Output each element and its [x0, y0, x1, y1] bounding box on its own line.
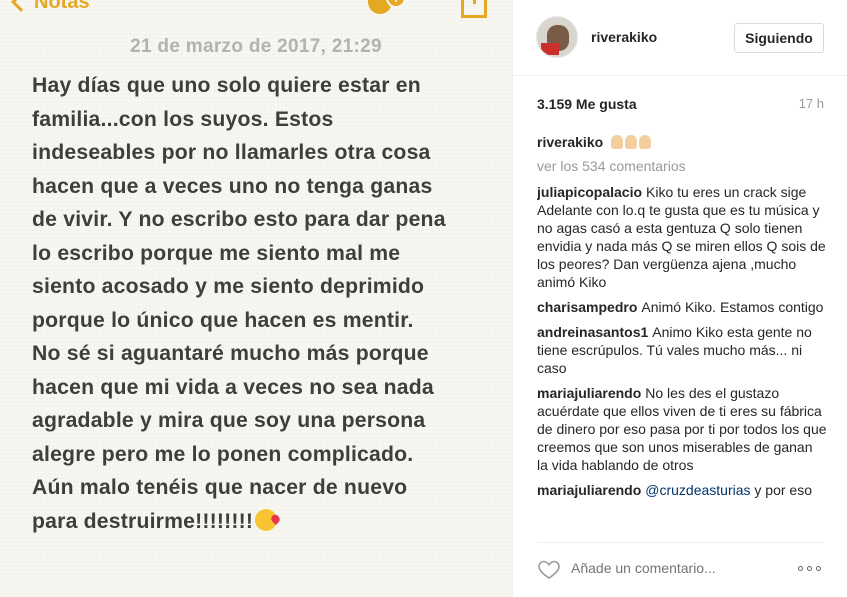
comment: charisampedro Animó Kiko. Estamos contigo	[537, 298, 827, 316]
note-line: indeseables por no llamarles otra cosa	[32, 141, 431, 164]
note-line: lo escribo porque me siento mal me	[32, 241, 401, 265]
comment-text: Animó Kiko. Estamos contigo	[641, 299, 824, 315]
note-line: Aún malo tenéis que nacer de nuevo	[32, 476, 408, 499]
comment: juliapicopalacio Kiko tu eres un crack si…	[537, 183, 827, 291]
comment: andreinasantos1 Animo Kiko esta gente no …	[537, 323, 827, 377]
note-line: No sé si aguantaré mucho más porque	[32, 342, 429, 365]
kiss-emoji-icon	[255, 508, 278, 531]
note-line: porque lo único que hacen es mentir.	[32, 308, 414, 332]
add-people-icon[interactable]: +	[368, 0, 414, 18]
comments-list[interactable]: riverakiko ver los 534 comentarios julia…	[537, 133, 827, 533]
note-line: alegre pero me lo ponen complicado.	[32, 442, 414, 466]
note-body: Hay días que uno solo quiere estar en fa…	[32, 69, 482, 538]
comment: mariajuliarendo @cruzdeasturias y por eso	[537, 481, 827, 499]
notes-screenshot: Notas + 21 de marzo de 2017, 21:29 Hay d…	[0, 0, 512, 597]
share-icon[interactable]	[461, 0, 487, 18]
likes-count[interactable]: 3.159 Me gusta	[537, 96, 637, 112]
note-line: hacen que mi vida a veces no sea nada	[32, 375, 434, 399]
note-date: 21 de marzo de 2017, 21:29	[130, 36, 382, 57]
note-line: familia...con los suyos. Estos	[32, 107, 334, 131]
note-line: Hay días que uno solo quiere estar en	[32, 74, 421, 97]
note-line: hacen que a veces uno no tenga ganas	[32, 174, 433, 198]
comment-username[interactable]: juliapicopalacio	[537, 184, 642, 200]
caption-username[interactable]: riverakiko	[537, 134, 603, 150]
note-line-last: para destruirme!!!!!!!!	[32, 505, 482, 539]
comment-username[interactable]: mariajuliarendo	[537, 482, 641, 498]
post-username[interactable]: riverakiko	[591, 29, 657, 45]
comment-text: y por eso	[754, 482, 813, 498]
comment-footer	[537, 542, 824, 597]
comment-mention[interactable]: @cruzdeasturias	[645, 482, 750, 498]
heart-icon[interactable]	[537, 557, 561, 581]
post-header: riverakiko Siguiendo	[513, 0, 847, 76]
view-all-comments-link[interactable]: ver los 534 comentarios	[537, 157, 827, 175]
note-line: de vivir. Y no escribo esto para dar pen…	[32, 208, 446, 231]
comment-username[interactable]: andreinasantos1	[537, 324, 648, 340]
chevron-left-icon	[11, 0, 31, 12]
avatar[interactable]	[536, 16, 578, 58]
notes-back-label: Notas	[34, 0, 90, 13]
muscle-emoji-icon	[611, 134, 653, 150]
note-line: agradable y mira que soy una persona	[32, 409, 426, 432]
more-options-icon[interactable]	[798, 563, 824, 573]
add-comment-input[interactable]	[571, 557, 771, 579]
comment: mariajuliarendo No les des el gustazo acu…	[537, 384, 827, 474]
caption: riverakiko	[537, 133, 827, 151]
note-line: siento acosado y me siento deprimido	[32, 275, 425, 298]
notes-back-button[interactable]: Notas	[8, 0, 90, 14]
comment-username[interactable]: charisampedro	[537, 299, 637, 315]
likes-row: 3.159 Me gusta 17 h	[537, 96, 824, 116]
post-time[interactable]: 17 h	[799, 96, 824, 111]
note-line-text: para destruirme!!!!!!!!	[32, 509, 254, 533]
following-button[interactable]: Siguiendo	[734, 23, 824, 53]
comment-username[interactable]: mariajuliarendo	[537, 385, 641, 401]
instagram-post-panel: riverakiko Siguiendo 3.159 Me gusta 17 h…	[512, 0, 847, 597]
